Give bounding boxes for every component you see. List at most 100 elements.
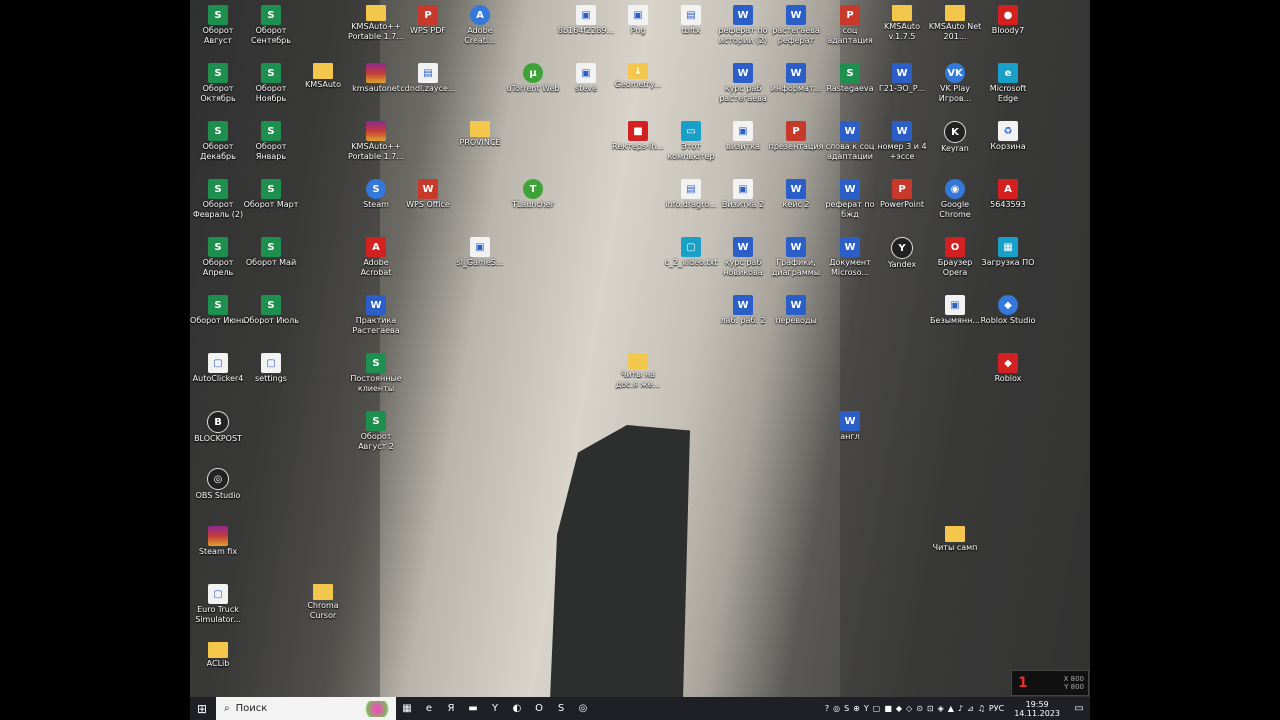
desktop-icon[interactable]: ◆ Roblox xyxy=(980,353,1036,384)
desktop-icon[interactable]: S Оборот Июль xyxy=(243,295,299,326)
desktop-icon[interactable]: Wинформат... xyxy=(768,63,824,94)
tray-icon[interactable]: ▲ xyxy=(948,704,954,713)
desktop-icon[interactable]: ▣ Png xyxy=(610,5,666,36)
desktop-icon[interactable]: ▢ Euro Truck Simulator... xyxy=(190,584,246,625)
tray-icon[interactable]: ? xyxy=(825,704,829,713)
desktop-icon[interactable]: ▣ Визитка 2 xyxy=(715,179,771,210)
desktop-icon[interactable]: O Браузер Opera xyxy=(927,237,983,278)
desktop-icon[interactable]: ▣ steve xyxy=(558,63,614,94)
desktop-icon[interactable]: S Оборот Август 2 xyxy=(348,411,404,452)
tray-icon[interactable]: ▢ xyxy=(873,704,881,713)
tray-icon[interactable]: ⊿ xyxy=(967,704,974,713)
desktop-icon[interactable]: Pсоц адаптация xyxy=(822,5,878,46)
start-button[interactable]: ⊞ xyxy=(190,697,214,720)
search-box[interactable]: ⌕ Поиск xyxy=(216,697,396,720)
desktop-icon[interactable]: ▦ Загрузка ПО xyxy=(980,237,1036,268)
desktop-icon[interactable]: P WPS PDF xyxy=(400,5,456,36)
desktop-icon[interactable]: S Оборот Февраль (2) xyxy=(190,179,246,220)
desktop-icon[interactable]: S Оборот Январь xyxy=(243,121,299,162)
desktop-icon[interactable]: KMSAuto v.1.7.5 xyxy=(874,5,930,42)
desktop-icon[interactable]: Читы самп xyxy=(927,526,983,553)
taskbar-app-icon[interactable]: e xyxy=(418,697,440,720)
desktop-icon[interactable]: Wпереводы xyxy=(768,295,824,326)
notifications-icon[interactable]: ▭ xyxy=(1068,703,1090,714)
taskbar-app-icon[interactable]: S xyxy=(550,697,572,720)
taskbar-app-icon[interactable]: ▦ xyxy=(396,697,418,720)
desktop-icon[interactable]: S Steam xyxy=(348,179,404,210)
desktop-icon[interactable]: ▣ sl_GameS... xyxy=(452,237,508,268)
clock[interactable]: 19:59 14.11.2023 xyxy=(1012,700,1062,718)
taskbar-app-icon[interactable]: Y xyxy=(484,697,506,720)
desktop-icon[interactable]: S Оборот Ноябрь xyxy=(243,63,299,104)
desktop-icon[interactable]: W Графики, диаграммы xyxy=(768,237,824,278)
desktop-icon[interactable]: ▢ settings xyxy=(243,353,299,384)
desktop-icon[interactable]: Wномер 3 и 4 +эссе xyxy=(874,121,930,162)
desktop-icon[interactable]: ▤ cdndl.zayce... xyxy=(400,63,456,94)
desktop-icon[interactable]: ● Bloody7 xyxy=(980,5,1036,36)
desktop-icon[interactable]: S Оборот Август xyxy=(190,5,246,46)
desktop-icon[interactable]: µ uTorrent Web xyxy=(505,63,561,94)
tray-icon[interactable]: ♪ xyxy=(958,704,963,713)
desktop-icon[interactable]: ◉ Google Chrome xyxy=(927,179,983,220)
desktop-icon[interactable]: Y Yandex xyxy=(874,237,930,270)
desktop-icon[interactable]: T TLauncher xyxy=(505,179,561,210)
desktop-icon[interactable]: Wкейс 2 xyxy=(768,179,824,210)
desktop-icon[interactable]: S Постоянные клиенты xyxy=(348,353,404,394)
desktop-icon[interactable]: ▢ c_2_video.txt xyxy=(663,237,719,268)
desktop-icon[interactable]: kmsautonet xyxy=(348,63,404,94)
desktop-icon[interactable]: S Оборот Март xyxy=(243,179,299,210)
desktop-icon[interactable]: KMSAuto++ Portable 1.7... xyxy=(348,121,404,162)
tray-icon[interactable]: ◈ xyxy=(938,704,944,713)
desktop-icon[interactable]: Steam fix xyxy=(190,526,246,557)
desktop-icon[interactable]: KMSAuto xyxy=(295,63,351,90)
tray-icon[interactable]: S xyxy=(844,704,849,713)
desktop-icon[interactable]: Wреферат по бжд xyxy=(822,179,878,220)
desktop-icon[interactable]: Wлаб. раб. 2 xyxy=(715,295,771,326)
desktop-icon[interactable]: Wслова к соц адаптации xyxy=(822,121,878,162)
desktop-icon[interactable]: S Оборот Октябрь xyxy=(190,63,246,104)
desktop-icon[interactable]: W Документ Microso... xyxy=(822,237,878,278)
desktop-icon[interactable]: A 5643593 xyxy=(980,179,1036,210)
desktop-icon[interactable]: W Практика Растегаева xyxy=(348,295,404,336)
desktop-icon[interactable]: S Оборот Декабрь xyxy=(190,121,246,162)
desktop-icon[interactable]: ACLib xyxy=(190,642,246,669)
language-indicator[interactable]: РУС xyxy=(989,704,1004,713)
desktop-icon[interactable]: KMSAuto Net 201... xyxy=(927,5,983,42)
taskbar-app-icon[interactable]: Я xyxy=(440,697,462,720)
desktop-icon[interactable]: K Keyran xyxy=(927,121,983,154)
desktop-icon[interactable]: Wкурс раб новикова xyxy=(715,237,771,278)
desktop-icon[interactable]: KMSAuto++ Portable 1.7... xyxy=(348,5,404,42)
desktop-icon[interactable]: W Г21-ЭО_Р... xyxy=(874,63,930,94)
taskbar-app-icon[interactable]: ◎ xyxy=(572,697,594,720)
taskbar-app-icon[interactable]: O xyxy=(528,697,550,720)
tray-icon[interactable]: ⊙ xyxy=(916,704,923,713)
desktop-icon[interactable]: A Adobe Acrobat xyxy=(348,237,404,278)
desktop-icon[interactable]: S Rastegaeva xyxy=(822,63,878,94)
desktop-icon[interactable]: ▤ info.dragro... xyxy=(663,179,719,210)
desktop-icon[interactable]: ▤ tbftx xyxy=(663,5,719,36)
tray-icon[interactable]: ⊡ xyxy=(927,704,934,713)
tray-icon[interactable]: ◇ xyxy=(906,704,912,713)
desktop-icon[interactable]: P PowerPoint xyxy=(874,179,930,210)
tray-icon[interactable]: ◎ xyxy=(833,704,840,713)
desktop-icon[interactable]: ■ Rектерs-lh... xyxy=(610,121,666,152)
tray-icon[interactable]: ■ xyxy=(884,704,892,713)
desktop-icon[interactable]: S Оборот Апрель xyxy=(190,237,246,278)
desktop-icon[interactable]: W WPS Office xyxy=(400,179,456,210)
desktop-icon[interactable]: S Оборот Май xyxy=(243,237,299,268)
desktop-icon[interactable]: Wрастегаева реферат xyxy=(768,5,824,46)
desktop-icon[interactable]: ▣ Безымянн... xyxy=(927,295,983,326)
desktop-icon[interactable]: S Оборот Июнь xyxy=(190,295,246,326)
tray-icon[interactable]: ⊕ xyxy=(853,704,860,713)
desktop-icon[interactable]: B BLOCKPOST xyxy=(190,411,246,444)
desktop-icon[interactable]: A Adobe Creati... xyxy=(452,5,508,46)
desktop-icon[interactable]: Pпрезентация xyxy=(768,121,824,152)
desktop-icon[interactable]: S Оборот Сентябрь xyxy=(243,5,299,46)
tray-icon[interactable]: ◆ xyxy=(896,704,902,713)
desktop-icon[interactable]: ◎ OBS Studio xyxy=(190,468,246,501)
desktop-icon[interactable]: Читы на дос.я же... xyxy=(610,353,666,390)
desktop-icon[interactable]: ▭ Этот компьютер xyxy=(663,121,719,162)
desktop-icon[interactable]: ▢ AutoClicker4 xyxy=(190,353,246,384)
desktop-icon[interactable]: e Microsoft Edge xyxy=(980,63,1036,104)
tray-icon[interactable]: ♫ xyxy=(978,704,985,713)
